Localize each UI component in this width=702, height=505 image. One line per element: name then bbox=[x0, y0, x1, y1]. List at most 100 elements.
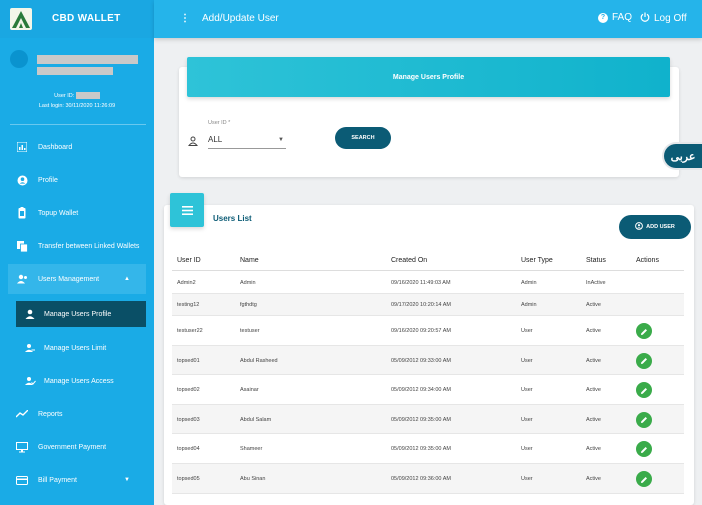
cell-user-type: User bbox=[521, 357, 533, 364]
cell-name: Abu Sinan bbox=[240, 476, 266, 482]
caret-down-icon: ▼ bbox=[278, 137, 284, 143]
column-header: Status bbox=[586, 257, 606, 264]
cell-created-on: 05/09/2012 09:35:00 AM bbox=[391, 416, 451, 423]
cell-status: Active bbox=[586, 357, 601, 364]
cell-name: Abdul Salam bbox=[240, 416, 272, 423]
caret-up-icon: ▲ bbox=[124, 276, 130, 282]
sidebar-item-manage-users-limit[interactable]: Manage Users Limit bbox=[16, 333, 146, 363]
logout-link[interactable]: Log Off bbox=[640, 12, 687, 25]
sidebar: CBD WALLET User ID: Last login: 30/11/20… bbox=[0, 0, 154, 505]
sidebar-item-label: Reports bbox=[38, 410, 63, 418]
sidebar-item-label: Dashboard bbox=[38, 143, 73, 151]
person-icon bbox=[187, 133, 199, 146]
cell-user-id: topsed03 bbox=[177, 416, 200, 423]
user-id-line: User ID: bbox=[0, 92, 154, 99]
cell-user-id: testing12 bbox=[177, 302, 200, 308]
column-header: User Type bbox=[521, 257, 553, 264]
sidebar-item-dashboard[interactable]: Dashboard bbox=[0, 132, 154, 162]
caret-down-icon: ▼ bbox=[124, 477, 130, 483]
cell-user-id: testuser22 bbox=[177, 328, 203, 334]
pencil-icon bbox=[640, 353, 648, 368]
cell-created-on: 09/16/2020 11:49:03 AM bbox=[391, 279, 451, 286]
sidebar-item-label: Profile bbox=[38, 176, 58, 184]
table-row: topsed04 Shameer 05/09/2012 09:35:00 AM Use… bbox=[172, 434, 684, 464]
brand-bar: CBD WALLET bbox=[0, 0, 154, 38]
search-button[interactable]: SEARCH bbox=[335, 127, 391, 149]
sidebar-item-transfer[interactable]: Transfer between Linked Wallets bbox=[0, 231, 154, 261]
help-icon: ? bbox=[598, 12, 608, 23]
pencil-icon bbox=[640, 442, 648, 457]
cell-name: Abdul Rasheed bbox=[240, 357, 278, 364]
faq-link[interactable]: ? FAQ bbox=[598, 12, 632, 23]
sidebar-item-label: Manage Users Limit bbox=[44, 344, 107, 352]
sidebar-item-users-management[interactable]: Users Management ▲ bbox=[8, 264, 146, 294]
column-header: Actions bbox=[636, 257, 659, 264]
add-user-button[interactable]: ADD USER bbox=[619, 215, 691, 239]
sidebar-item-reports[interactable]: Reports bbox=[0, 399, 154, 429]
edit-button[interactable] bbox=[636, 441, 652, 457]
cell-name: testuser bbox=[240, 328, 260, 334]
avatar bbox=[10, 50, 28, 68]
sidebar-item-manage-users-access[interactable]: Manage Users Access bbox=[16, 366, 146, 396]
sidebar-item-label: Users Management bbox=[38, 275, 100, 283]
cell-name: fgthdtg bbox=[240, 302, 257, 308]
language-toggle[interactable]: عربى bbox=[662, 142, 702, 170]
cell-user-type: User bbox=[521, 387, 533, 393]
logout-label: Log Off bbox=[654, 13, 687, 24]
sidebar-divider bbox=[10, 124, 146, 125]
dashboard-icon bbox=[16, 141, 28, 153]
edit-button[interactable] bbox=[636, 323, 652, 339]
wallet-icon bbox=[16, 207, 28, 219]
cell-user-type: User bbox=[521, 446, 533, 452]
search-card-title: Manage Users Profile bbox=[187, 57, 670, 97]
edit-button[interactable] bbox=[636, 471, 652, 487]
sidebar-item-profile[interactable]: Profile bbox=[0, 165, 154, 195]
cell-user-type: User bbox=[521, 328, 533, 334]
vertical-dots-icon[interactable]: ⋮ bbox=[180, 13, 190, 24]
add-user-icon bbox=[635, 222, 644, 232]
table-row: testing12 fgthdtg 09/17/2020 10:20:14 AM Ad… bbox=[172, 294, 684, 316]
table-row: topsed03 Abdul Salam 05/09/2012 09:35:00 A… bbox=[172, 405, 684, 434]
pencil-icon bbox=[640, 383, 648, 398]
sidebar-item-label: Manage Users Profile bbox=[44, 310, 112, 318]
card-icon bbox=[16, 474, 28, 486]
cell-created-on: 05/09/2012 09:33:00 AM bbox=[391, 357, 451, 364]
edit-button[interactable] bbox=[636, 352, 652, 369]
transfer-icon bbox=[16, 240, 28, 252]
pencil-icon bbox=[640, 324, 648, 339]
app-name: CBD WALLET bbox=[52, 13, 121, 24]
cell-status: Active bbox=[586, 446, 601, 452]
cell-user-type: Admin bbox=[521, 279, 537, 286]
cell-status: Active bbox=[586, 328, 601, 334]
cell-created-on: 09/17/2020 10:20:14 AM bbox=[391, 302, 451, 308]
pencil-icon bbox=[640, 412, 648, 427]
pencil-icon bbox=[640, 472, 648, 487]
add-user-label: ADD USER bbox=[646, 224, 675, 230]
cell-user-type: User bbox=[521, 476, 533, 482]
sidebar-item-manage-users-profile[interactable]: Manage Users Profile bbox=[16, 301, 146, 327]
cell-name: Asainar bbox=[240, 387, 259, 393]
cell-status: Active bbox=[586, 387, 601, 393]
column-header: Created On bbox=[391, 257, 428, 264]
sidebar-item-label: Government Payment bbox=[38, 443, 107, 451]
sidebar-item-label: Manage Users Access bbox=[44, 377, 114, 385]
list-icon bbox=[170, 193, 204, 227]
sidebar-item-bill-payment[interactable]: Bill Payment ▼ bbox=[0, 465, 154, 495]
sidebar-item-government-payment[interactable]: Government Payment bbox=[0, 432, 154, 462]
sidebar-item-label: Transfer between Linked Wallets bbox=[38, 242, 140, 250]
profile-icon bbox=[16, 174, 28, 186]
user-id-select-value: ALL bbox=[208, 135, 223, 144]
redacted-user-id bbox=[75, 92, 100, 99]
sidebar-item-label: Topup Wallet bbox=[38, 209, 79, 217]
edit-button[interactable] bbox=[636, 382, 652, 398]
user-id-field-label: User ID * bbox=[208, 120, 231, 126]
edit-button[interactable] bbox=[636, 411, 652, 428]
cell-created-on: 05/09/2012 09:36:00 AM bbox=[391, 476, 451, 482]
reports-icon bbox=[16, 408, 28, 420]
monitor-icon bbox=[16, 441, 28, 453]
users-list-card: Users List ADD USER User ID Name Created… bbox=[164, 193, 694, 505]
sidebar-item-topup-wallet[interactable]: Topup Wallet bbox=[0, 198, 154, 228]
user-id-select[interactable]: ALL ▼ bbox=[208, 135, 286, 149]
access-icon bbox=[24, 375, 36, 387]
table-row: Admin2 Admin 09/16/2020 11:49:03 AM Admin In… bbox=[172, 271, 684, 294]
